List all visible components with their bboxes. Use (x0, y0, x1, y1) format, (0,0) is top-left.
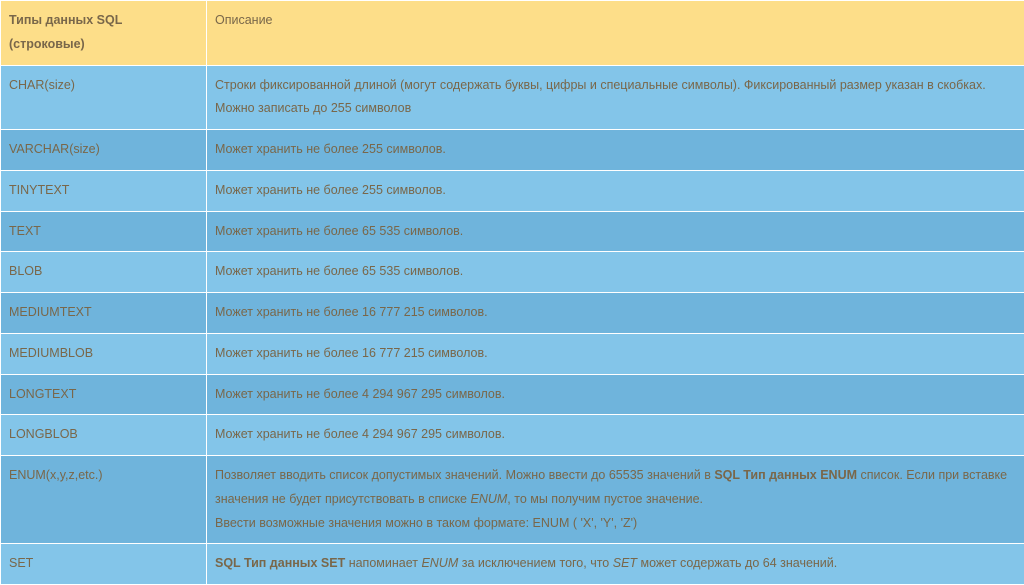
table-row: MEDIUMTEXTМожет хранить не более 16 777 … (1, 293, 1024, 334)
table-row: LONGBLOBМожет хранить не более 4 294 967… (1, 415, 1024, 456)
type-cell: SET (1, 544, 207, 585)
table-row: CHAR(size)Строки фиксированной длиной (м… (1, 65, 1024, 130)
desc-cell: Может хранить не более 255 символов. (207, 130, 1024, 171)
table-row: TINYTEXTМожет хранить не более 255 симво… (1, 170, 1024, 211)
type-cell: LONGBLOB (1, 415, 207, 456)
sql-string-types-table: Типы данных SQL (строковые) Описание CHA… (0, 0, 1024, 585)
header-desc: Описание (207, 1, 1024, 66)
header-type: Типы данных SQL (строковые) (1, 1, 207, 66)
type-cell: MEDIUMBLOB (1, 333, 207, 374)
type-cell: VARCHAR(size) (1, 130, 207, 171)
table-row: VARCHAR(size)Может хранить не более 255 … (1, 130, 1024, 171)
desc-cell: Может хранить не более 65 535 символов. (207, 252, 1024, 293)
desc-cell: Может хранить не более 255 символов. (207, 170, 1024, 211)
table-row: ENUM(x,y,z,etc.)Позволяет вводить список… (1, 456, 1024, 544)
type-cell: MEDIUMTEXT (1, 293, 207, 334)
table-row: SETSQL Тип данных SET напоминает ENUM за… (1, 544, 1024, 585)
table-row: BLOBМожет хранить не более 65 535 символ… (1, 252, 1024, 293)
type-cell: CHAR(size) (1, 65, 207, 130)
desc-cell: Может хранить не более 4 294 967 295 сим… (207, 415, 1024, 456)
type-cell: LONGTEXT (1, 374, 207, 415)
desc-cell: Может хранить не более 4 294 967 295 сим… (207, 374, 1024, 415)
table-row: MEDIUMBLOBМожет хранить не более 16 777 … (1, 333, 1024, 374)
desc-cell: Может хранить не более 16 777 215 символ… (207, 293, 1024, 334)
type-cell: BLOB (1, 252, 207, 293)
table-body: CHAR(size)Строки фиксированной длиной (м… (1, 65, 1024, 585)
desc-cell: Может хранить не более 16 777 215 символ… (207, 333, 1024, 374)
table-header-row: Типы данных SQL (строковые) Описание (1, 1, 1024, 66)
type-cell: ENUM(x,y,z,etc.) (1, 456, 207, 544)
desc-cell: Строки фиксированной длиной (могут содер… (207, 65, 1024, 130)
table-row: LONGTEXTМожет хранить не более 4 294 967… (1, 374, 1024, 415)
table-row: TEXTМожет хранить не более 65 535 символ… (1, 211, 1024, 252)
type-cell: TINYTEXT (1, 170, 207, 211)
desc-cell: Может хранить не более 65 535 символов. (207, 211, 1024, 252)
desc-cell: SQL Тип данных SET напоминает ENUM за ис… (207, 544, 1024, 585)
desc-cell: Позволяет вводить список допустимых знач… (207, 456, 1024, 544)
type-cell: TEXT (1, 211, 207, 252)
